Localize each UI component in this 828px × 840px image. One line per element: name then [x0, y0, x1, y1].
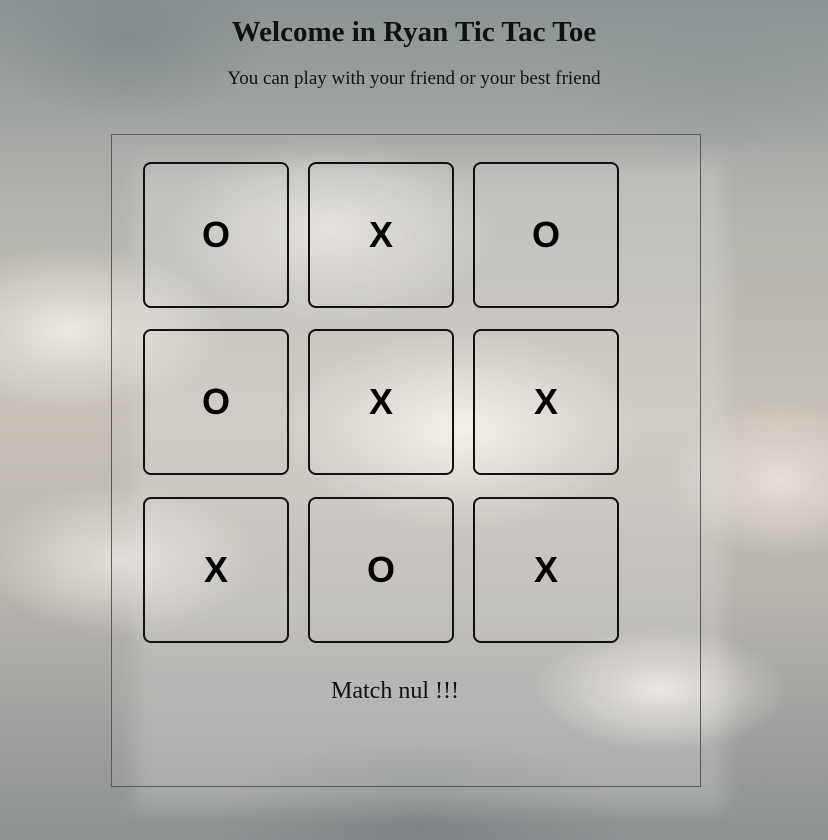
- board-cell-9[interactable]: X: [473, 497, 619, 643]
- game-panel: O X O O X X X O X Match nul !!!: [111, 134, 701, 787]
- board-cell-3[interactable]: O: [473, 162, 619, 308]
- board-cell-7[interactable]: X: [143, 497, 289, 643]
- page-title: Welcome in Ryan Tic Tac Toe: [231, 16, 597, 48]
- page-subtitle: You can play with your friend or your be…: [227, 68, 601, 89]
- game-status-message: Match nul !!!: [331, 678, 459, 704]
- board-cell-6[interactable]: X: [473, 329, 619, 475]
- board-cell-5[interactable]: X: [308, 329, 454, 475]
- board-cell-8[interactable]: O: [308, 497, 454, 643]
- page-header: Welcome in Ryan Tic Tac Toe You can play…: [0, 0, 828, 91]
- board-cell-1[interactable]: O: [143, 162, 289, 308]
- board-cell-2[interactable]: X: [308, 162, 454, 308]
- board-cell-4[interactable]: O: [143, 329, 289, 475]
